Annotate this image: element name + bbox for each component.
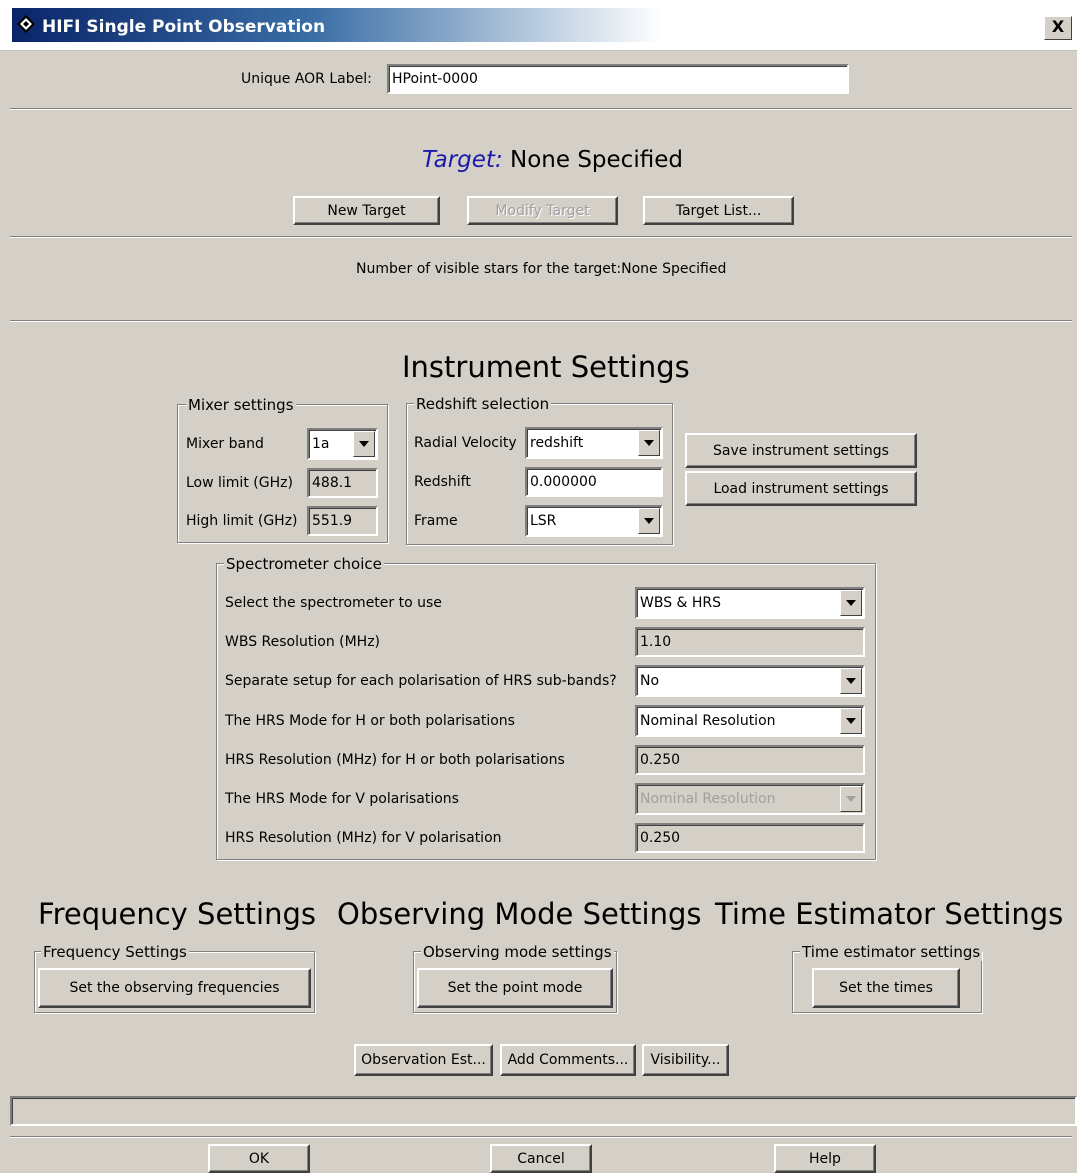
chevron-down-icon[interactable] xyxy=(638,508,660,534)
hrs-mode-h-select[interactable]: Nominal Resolution xyxy=(635,705,865,737)
wbs-resolution-value: 1.10 xyxy=(640,634,672,650)
time-estimator-settings-legend: Time estimator settings xyxy=(800,943,983,961)
hrs-mode-h-label: The HRS Mode for H or both polarisations xyxy=(225,713,515,729)
divider xyxy=(10,236,1072,238)
divider xyxy=(10,1136,1072,1138)
frame-value: LSR xyxy=(530,513,557,529)
close-button[interactable]: X xyxy=(1044,16,1072,40)
chevron-down-icon[interactable] xyxy=(353,431,375,457)
help-button[interactable]: Help xyxy=(774,1144,876,1173)
observation-est-button[interactable]: Observation Est... xyxy=(354,1044,493,1076)
frequency-settings-legend: Frequency Settings xyxy=(41,943,189,961)
instrument-settings-heading: Instrument Settings xyxy=(402,350,690,384)
save-instrument-settings-button[interactable]: Save instrument settings xyxy=(685,433,917,468)
frame-select[interactable]: LSR xyxy=(525,505,663,537)
mixer-band-select[interactable]: 1a xyxy=(307,428,378,460)
hrs-resolution-h-field: 0.250 xyxy=(635,745,865,775)
app-icon xyxy=(17,15,35,33)
high-limit-field: 551.9 xyxy=(307,506,378,536)
set-times-button[interactable]: Set the times xyxy=(812,968,960,1008)
set-observing-frequencies-button[interactable]: Set the observing frequencies xyxy=(38,968,311,1008)
visibility-button[interactable]: Visibility... xyxy=(642,1044,729,1076)
observing-mode-settings-legend: Observing mode settings xyxy=(421,943,614,961)
frequency-settings-heading: Frequency Settings xyxy=(38,897,316,931)
ok-button[interactable]: OK xyxy=(208,1144,310,1173)
title-bar: HIFI Single Point Observation X xyxy=(0,0,1077,51)
hrs-resolution-v-label: HRS Resolution (MHz) for V polarisation xyxy=(225,830,502,846)
target-list-button[interactable]: Target List... xyxy=(643,196,794,225)
window-title: HIFI Single Point Observation xyxy=(42,17,326,37)
cancel-button[interactable]: Cancel xyxy=(490,1144,592,1173)
separate-setup-label: Separate setup for each polarisation of … xyxy=(225,673,617,689)
chevron-down-icon[interactable] xyxy=(840,786,862,812)
high-limit-label: High limit (GHz) xyxy=(186,513,298,529)
set-point-mode-button[interactable]: Set the point mode xyxy=(417,968,613,1008)
mixer-band-value: 1a xyxy=(312,436,330,452)
chevron-down-icon[interactable] xyxy=(840,590,862,616)
low-limit-value: 488.1 xyxy=(312,475,353,491)
chevron-down-icon[interactable] xyxy=(840,708,862,734)
time-estimator-settings-heading: Time Estimator Settings xyxy=(715,897,1064,931)
high-limit-value: 551.9 xyxy=(312,513,353,529)
divider xyxy=(10,108,1072,110)
radial-velocity-label: Radial Velocity xyxy=(414,435,517,451)
target-heading: Target: None Specified xyxy=(422,147,683,173)
divider xyxy=(10,320,1072,322)
hrs-resolution-v-value: 0.250 xyxy=(640,830,681,846)
hrs-mode-v-select[interactable]: Nominal Resolution xyxy=(635,783,865,815)
frame-label: Frame xyxy=(414,513,458,529)
spectrometer-select-label: Select the spectrometer to use xyxy=(225,595,442,611)
hrs-resolution-v-field: 0.250 xyxy=(635,823,865,853)
aor-input[interactable]: HPoint-0000 xyxy=(387,64,849,94)
new-target-button[interactable]: New Target xyxy=(293,196,440,225)
redshift-label: Redshift xyxy=(414,474,471,490)
title-bar-caption: HIFI Single Point Observation xyxy=(12,8,1012,42)
hrs-resolution-h-value: 0.250 xyxy=(640,752,681,768)
mixer-band-label: Mixer band xyxy=(186,436,264,452)
add-comments-button[interactable]: Add Comments... xyxy=(500,1044,636,1076)
wbs-resolution-field: 1.10 xyxy=(635,627,865,657)
chevron-down-icon[interactable] xyxy=(638,430,660,456)
spectrometer-select[interactable]: WBS & HRS xyxy=(635,587,865,619)
mixer-settings-legend: Mixer settings xyxy=(186,396,296,414)
status-bar xyxy=(10,1096,1077,1126)
redshift-input-value: 0.000000 xyxy=(530,474,597,490)
hrs-mode-v-label: The HRS Mode for V polarisations xyxy=(225,791,459,807)
low-limit-field: 488.1 xyxy=(307,468,378,498)
separate-setup-select[interactable]: No xyxy=(635,665,865,697)
spectrometer-choice-legend: Spectrometer choice xyxy=(224,555,384,573)
wbs-resolution-label: WBS Resolution (MHz) xyxy=(225,634,381,650)
redshift-selection-legend: Redshift selection xyxy=(414,395,552,413)
load-instrument-settings-button[interactable]: Load instrument settings xyxy=(685,471,917,506)
aor-input-value: HPoint-0000 xyxy=(392,71,478,87)
target-value: None Specified xyxy=(510,147,683,173)
target-prefix: Target: xyxy=(422,147,503,173)
hrs-resolution-h-label: HRS Resolution (MHz) for H or both polar… xyxy=(225,752,565,768)
chevron-down-icon[interactable] xyxy=(840,668,862,694)
modify-target-button[interactable]: Modify Target xyxy=(467,196,618,225)
observing-mode-settings-heading: Observing Mode Settings xyxy=(337,897,702,931)
low-limit-label: Low limit (GHz) xyxy=(186,475,293,491)
separate-setup-value: No xyxy=(640,673,660,689)
radial-velocity-select[interactable]: redshift xyxy=(525,427,663,459)
redshift-input[interactable]: 0.000000 xyxy=(525,467,663,497)
visible-stars-text: Number of visible stars for the target:N… xyxy=(356,261,727,277)
radial-velocity-value: redshift xyxy=(530,435,584,451)
hrs-mode-v-value: Nominal Resolution xyxy=(640,791,776,807)
aor-label: Unique AOR Label: xyxy=(241,71,372,87)
hrs-mode-h-value: Nominal Resolution xyxy=(640,713,776,729)
spectrometer-select-value: WBS & HRS xyxy=(640,595,722,611)
